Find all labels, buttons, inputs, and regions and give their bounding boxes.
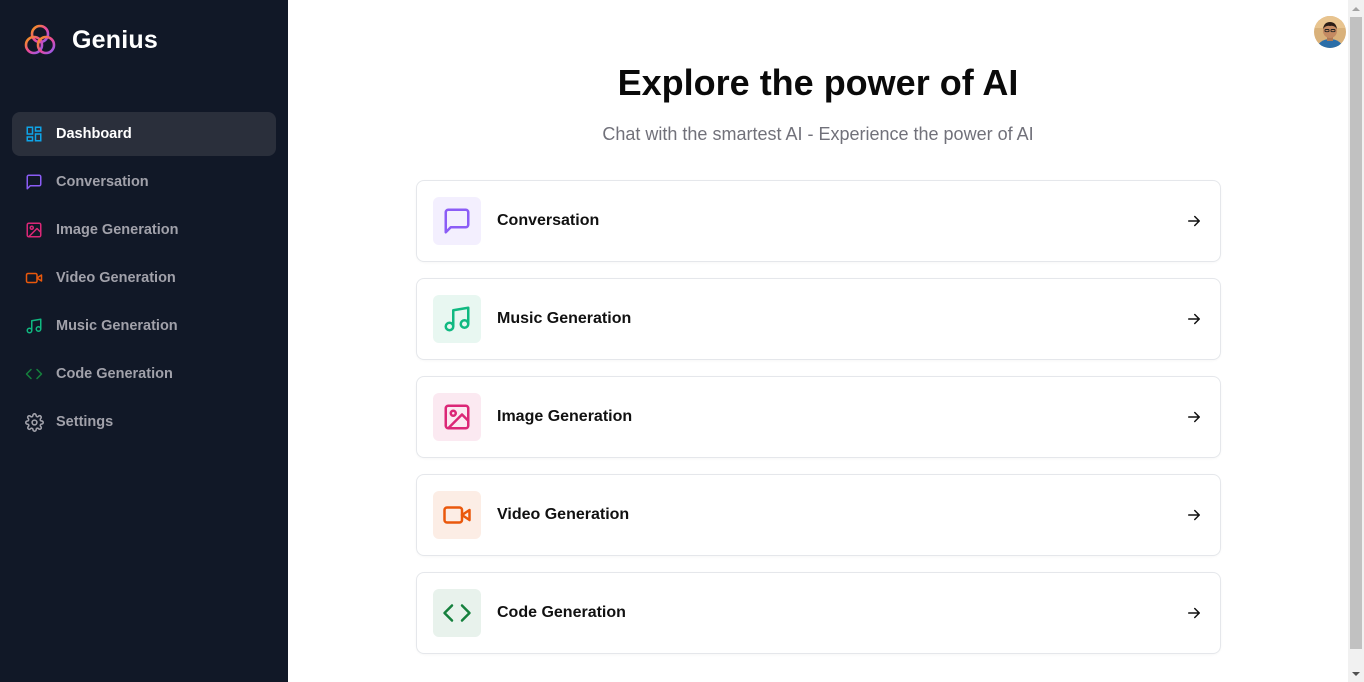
brand[interactable]: Genius (24, 24, 158, 56)
scroll-down-icon[interactable] (1348, 665, 1364, 682)
main-content: Explore the power of AI Chat with the sm… (288, 0, 1348, 682)
code-icon (24, 364, 44, 384)
arrow-right-icon (1184, 407, 1204, 427)
sidebar-item-label: Music Generation (56, 318, 178, 334)
tool-card-conversation[interactable]: Conversation (416, 180, 1221, 262)
settings-icon (24, 412, 44, 432)
sidebar-item-code-generation[interactable]: Code Generation (12, 352, 276, 396)
tool-card-label: Video Generation (497, 506, 630, 523)
sidebar-item-conversation[interactable]: Conversation (12, 160, 276, 204)
brand-name: Genius (72, 25, 158, 54)
sidebar-item-image-generation[interactable]: Image Generation (12, 208, 276, 252)
arrow-right-icon (1184, 309, 1204, 329)
message-square-icon (433, 197, 481, 245)
sidebar-item-music-generation[interactable]: Music Generation (12, 304, 276, 348)
sidebar-item-settings[interactable]: Settings (12, 400, 276, 444)
sidebar-item-video-generation[interactable]: Video Generation (12, 256, 276, 300)
code-icon (433, 589, 481, 637)
sidebar: Genius Dashboard Conversation Image Gene… (0, 0, 288, 682)
page-subtitle: Chat with the smartest AI - Experience t… (602, 124, 1034, 144)
user-avatar[interactable] (1314, 16, 1346, 48)
scrollbar-thumb[interactable] (1350, 17, 1362, 649)
tool-card-label: Code Generation (497, 604, 626, 621)
tool-card-music-generation[interactable]: Music Generation (416, 278, 1221, 360)
sidebar-item-label: Image Generation (56, 222, 179, 238)
tool-card-label: Conversation (497, 212, 600, 229)
tool-card-label: Image Generation (497, 408, 633, 425)
video-icon (433, 491, 481, 539)
arrow-right-icon (1184, 211, 1204, 231)
sidebar-item-label: Conversation (56, 174, 149, 190)
arrow-right-icon (1184, 505, 1204, 525)
dashboard-icon (24, 124, 44, 144)
tools-list: Conversation Music Generation Image Gene… (416, 180, 1221, 670)
video-icon (24, 268, 44, 288)
music-icon (433, 295, 481, 343)
image-icon (433, 393, 481, 441)
tool-card-label: Music Generation (497, 310, 632, 327)
music-icon (24, 316, 44, 336)
sidebar-item-dashboard[interactable]: Dashboard (12, 112, 276, 156)
sidebar-item-label: Dashboard (56, 126, 132, 142)
scroll-up-icon[interactable] (1348, 0, 1364, 17)
tool-card-image-generation[interactable]: Image Generation (416, 376, 1221, 458)
tool-card-code-generation[interactable]: Code Generation (416, 572, 1221, 654)
tool-card-video-generation[interactable]: Video Generation (416, 474, 1221, 556)
sidebar-item-label: Settings (56, 414, 114, 430)
image-icon (24, 220, 44, 240)
sidebar-item-label: Video Generation (56, 270, 176, 286)
message-square-icon (24, 172, 44, 192)
sidebar-nav: Dashboard Conversation Image Generation (12, 112, 276, 448)
page-title: Explore the power of AI (617, 62, 1019, 103)
arrow-right-icon (1184, 603, 1204, 623)
vertical-scrollbar[interactable] (1348, 0, 1364, 682)
sidebar-item-label: Code Generation (56, 366, 173, 382)
genius-logo-icon (24, 24, 56, 56)
